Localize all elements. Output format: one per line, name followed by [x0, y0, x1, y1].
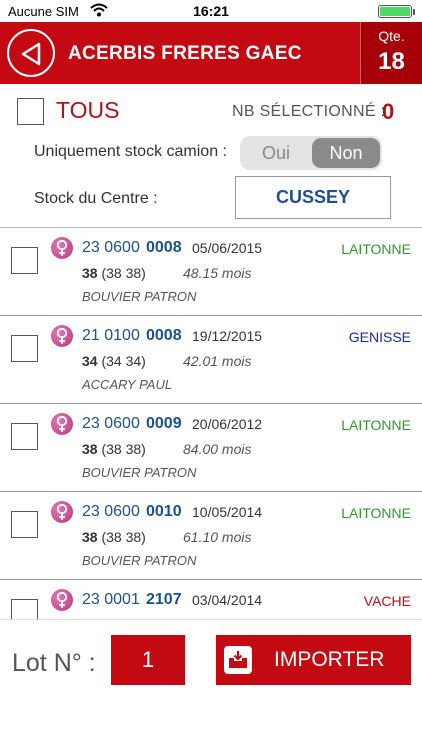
- select-all-label[interactable]: TOUS: [56, 97, 119, 124]
- animal-number: 2107: [146, 591, 182, 608]
- back-button[interactable]: [7, 29, 55, 77]
- animal-row-checkbox[interactable]: [11, 423, 38, 450]
- import-button[interactable]: IMPORTER: [216, 635, 411, 685]
- animal-row[interactable]: 21 0100 0008 19/12/2015 GENISSE 34 (34 34) 42…: [0, 316, 422, 404]
- animal-row[interactable]: 23 0600 0008 05/06/2015 LAITONNE 38 (38 38) 4…: [0, 228, 422, 316]
- nb-selected-label: NB SÉLECTIONNÉ :: [232, 103, 386, 120]
- animal-owner: BOUVIER PATRON: [82, 289, 197, 304]
- status-bar: Aucune SIM 16:21: [0, 0, 422, 22]
- animal-type: LAITONNE: [341, 505, 411, 521]
- animal-birth-date: 10/05/2014: [192, 504, 263, 520]
- animal-code-detail: (38 38): [101, 529, 146, 545]
- animal-owner: BOUVIER PATRON: [82, 465, 197, 480]
- animal-age: 48.15 mois: [183, 265, 252, 281]
- back-triangle-icon: [21, 42, 41, 66]
- animal-row-checkbox[interactable]: [11, 335, 38, 362]
- animal-row-checkbox[interactable]: [11, 511, 38, 538]
- animal-type: VACHE: [363, 593, 411, 609]
- animal-code: 38 (38 38): [82, 265, 146, 281]
- female-sex-icon: [51, 589, 73, 611]
- clock: 16:21: [193, 3, 229, 19]
- female-sex-icon: [51, 237, 73, 259]
- lot-number-button[interactable]: 1: [111, 635, 185, 685]
- animal-code-detail: (38 38): [101, 265, 146, 281]
- animal-number: 0009: [146, 415, 182, 432]
- animal-row[interactable]: 23 0600 0009 20/06/2012 LAITONNE 38 (38 38) 8…: [0, 404, 422, 492]
- animal-owner: ACCARY PAUL: [82, 377, 173, 392]
- stock-camion-toggle[interactable]: Oui Non: [240, 136, 382, 170]
- animal-code-main: 38: [82, 265, 98, 281]
- toggle-option-oui[interactable]: Oui: [240, 136, 312, 170]
- quantity-badge: Qte. 18: [360, 22, 422, 84]
- animal-type: LAITONNE: [341, 241, 411, 257]
- select-all-checkbox[interactable]: [17, 98, 44, 125]
- animal-number-prefix: 23 0001: [82, 591, 140, 608]
- animal-code-main: 34: [82, 353, 98, 369]
- animal-code-main: 38: [82, 441, 98, 457]
- app-header: ACERBIS FRERES GAEC Qte. 18: [0, 22, 422, 84]
- import-label: IMPORTER: [274, 648, 385, 671]
- animal-owner: BOUVIER PATRON: [82, 553, 197, 568]
- animal-code: 34 (34 34): [82, 353, 146, 369]
- animal-age: 42.01 mois: [183, 353, 252, 369]
- animal-row-checkbox[interactable]: [11, 599, 38, 619]
- animal-list[interactable]: 23 0600 0008 05/06/2015 LAITONNE 38 (38 38) 4…: [0, 227, 422, 619]
- animal-birth-date: 03/04/2014: [192, 592, 263, 608]
- animal-code-main: 38: [82, 529, 98, 545]
- animal-number: 0008: [146, 327, 182, 344]
- animal-number: 0008: [146, 239, 182, 256]
- animal-code-detail: (34 34): [101, 353, 146, 369]
- animal-birth-date: 20/06/2012: [192, 416, 263, 432]
- animal-number: 0010: [146, 503, 182, 520]
- animal-type: GENISSE: [348, 329, 411, 345]
- animal-code: 38 (38 38): [82, 441, 146, 457]
- female-sex-icon: [51, 501, 73, 523]
- female-sex-icon: [51, 413, 73, 435]
- animal-type: LAITONNE: [341, 417, 411, 433]
- animal-birth-date: 05/06/2015: [192, 240, 263, 256]
- animal-code-detail: (38 38): [101, 441, 146, 457]
- stock-centre-label: Stock du Centre :: [34, 190, 158, 207]
- qte-label: Qte.: [378, 28, 405, 44]
- animal-number-prefix: 21 0100: [82, 327, 140, 344]
- animal-age: 84.00 mois: [183, 441, 252, 457]
- animal-code: 38 (38 38): [82, 529, 146, 545]
- page-title: ACERBIS FRERES GAEC: [68, 43, 302, 64]
- stock-camion-label: Uniquement stock camion :: [34, 143, 227, 160]
- animal-row[interactable]: 23 0001 2107 03/04/2014 VACHE: [0, 580, 422, 619]
- battery-icon: [378, 5, 415, 18]
- animal-row-checkbox[interactable]: [11, 247, 38, 274]
- animal-birth-date: 19/12/2015: [192, 328, 263, 344]
- import-tray-icon: [224, 646, 252, 674]
- nb-selected-value: 0: [382, 99, 395, 124]
- lot-label: Lot N° :: [12, 649, 96, 677]
- animal-row[interactable]: 23 0600 0010 10/05/2014 LAITONNE 38 (38 38) 6…: [0, 492, 422, 580]
- animal-number-prefix: 23 0600: [82, 239, 140, 256]
- female-sex-icon: [51, 325, 73, 347]
- toggle-option-non[interactable]: Non: [312, 138, 380, 168]
- qte-value: 18: [378, 48, 405, 75]
- footer-bar: Lot N° : 1 IMPORTER: [0, 619, 422, 750]
- animal-age: 61.10 mois: [183, 529, 252, 545]
- stock-centre-selector[interactable]: CUSSEY: [235, 176, 391, 219]
- animal-number-prefix: 23 0600: [82, 415, 140, 432]
- animal-number-prefix: 23 0600: [82, 503, 140, 520]
